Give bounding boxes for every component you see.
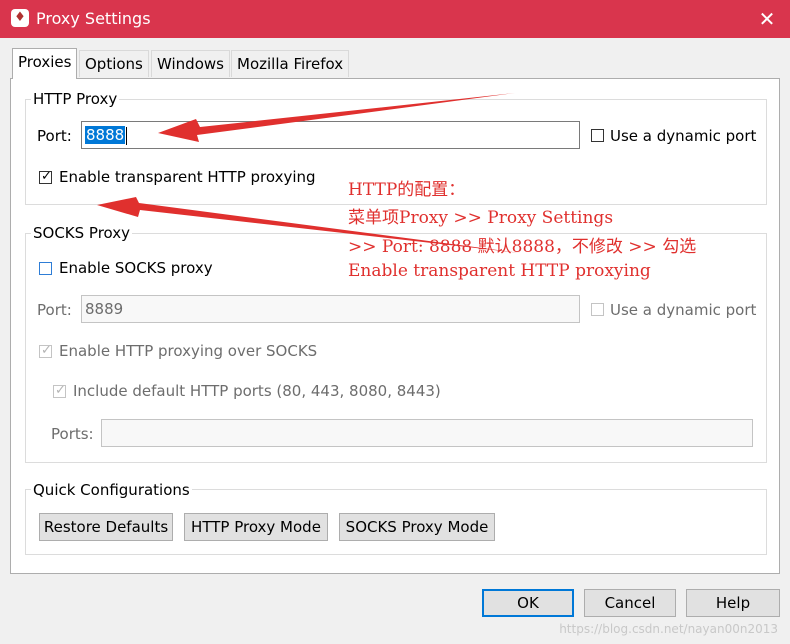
tab-proxies[interactable]: Proxies: [12, 48, 78, 79]
annotation-line-4: Enable transparent HTTP proxying: [348, 261, 651, 281]
annotation-line-3: >> Port: 8888 默认8888，不修改 >> 勾选: [348, 237, 697, 257]
annotation-arrows: [97, 93, 520, 253]
arrow-to-port-input: [158, 93, 515, 142]
watermark: https://blog.csdn.net/nayan00n2013: [559, 622, 778, 636]
annotation-line-1: HTTP的配置：: [348, 180, 466, 200]
annotation-line-2: 菜单项Proxy >> Proxy Settings: [348, 208, 614, 228]
